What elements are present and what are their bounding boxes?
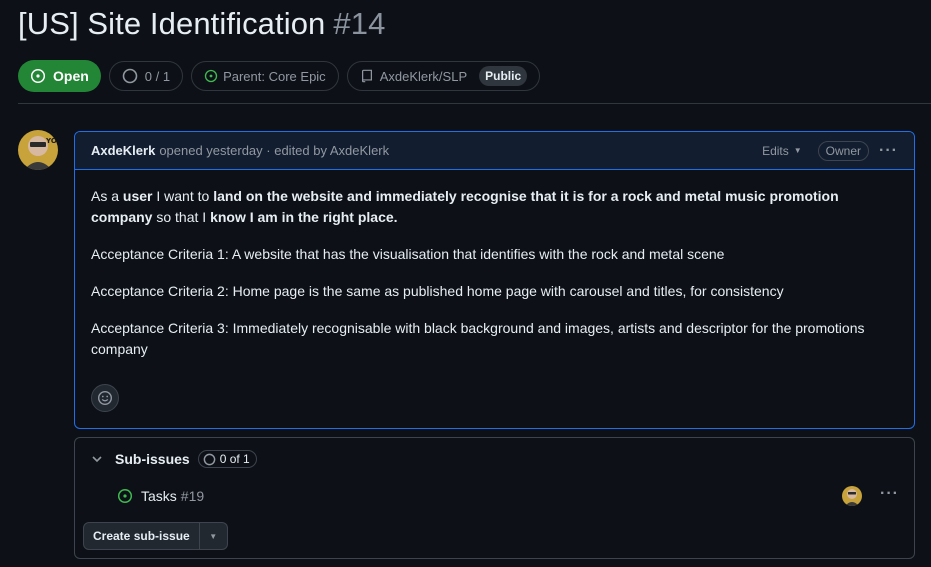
story-text: I want to [152, 188, 214, 204]
chevron-down-icon[interactable]: ▼ [199, 522, 228, 550]
story-bold: know I am in the right place. [210, 209, 398, 225]
comment-author[interactable]: AxdeKlerk [91, 143, 155, 158]
story-text: As a [91, 188, 123, 204]
issue-number: #14 [333, 6, 386, 41]
comment-body: As a user I want to land on the website … [75, 170, 914, 360]
sub-issues-count: 0 of 1 [219, 452, 250, 466]
state-open-badge: Open [18, 60, 101, 92]
sub-issue-title[interactable]: Tasks [141, 488, 177, 504]
issue-description-comment: AxdeKlerk opened yesterday · edited by A… [74, 131, 915, 429]
repo-icon [360, 69, 374, 83]
chevron-down-icon: ▼ [793, 146, 802, 155]
subissue-progress-pill[interactable]: 0 / 1 [108, 61, 184, 91]
sub-issues-count-badge: 0 of 1 [197, 450, 257, 468]
comment-header: AxdeKlerk opened yesterday · edited by A… [75, 132, 914, 170]
avatar[interactable]: YO [18, 130, 58, 170]
acceptance-criteria-1: Acceptance Criteria 1: A website that ha… [91, 246, 725, 262]
visibility-badge: Public [479, 66, 528, 86]
chevron-down-icon[interactable] [91, 453, 103, 465]
sub-issues-title: Sub-issues [115, 451, 190, 467]
comment-meta: opened yesterday · edited by AxdeKlerk [159, 143, 390, 158]
story-text: so that I [152, 209, 211, 225]
list-item[interactable]: Tasks #19 [117, 488, 204, 504]
sub-issue-number: #19 [180, 488, 205, 504]
create-sub-issue-group: Create sub-issue ▼ [83, 522, 228, 550]
comment-header-actions: Edits ▼ Owner ··· [762, 140, 898, 161]
parent-issue-link[interactable]: Parent: Core Epic [191, 61, 339, 91]
acceptance-criteria-3: Acceptance Criteria 3: Immediately recog… [91, 320, 865, 357]
add-reaction-button[interactable] [91, 384, 119, 412]
repo-link[interactable]: AxdeKlerk/SLP Public [346, 61, 541, 91]
repo-name: AxdeKlerk/SLP [379, 68, 468, 84]
sub-issues-panel: Sub-issues 0 of 1 Tasks #19 ··· Create s… [74, 437, 915, 559]
edits-label: Edits [762, 143, 789, 158]
edits-dropdown[interactable]: Edits ▼ [762, 144, 802, 158]
acceptance-criteria-2: Acceptance Criteria 2: Home page is the … [91, 283, 784, 299]
progress-circle-icon [203, 453, 216, 465]
owner-badge: Owner [817, 140, 870, 161]
user-story-paragraph: As a user I want to land on the website … [91, 186, 898, 228]
state-label: Open [53, 68, 89, 84]
avatar[interactable] [842, 486, 862, 506]
smiley-icon [97, 390, 113, 406]
story-bold: user [122, 188, 153, 204]
parent-issue-label: Parent: Core Epic [223, 68, 326, 84]
header-divider [18, 103, 931, 104]
issue-title-text: [US] Site Identification [18, 6, 326, 41]
svg-text:YO: YO [45, 137, 57, 145]
progress-circle-icon [122, 68, 138, 84]
subissue-progress-text: 0 / 1 [144, 68, 171, 84]
issue-title: [US] Site Identification #14 [18, 6, 385, 42]
create-sub-issue-button[interactable]: Create sub-issue [83, 522, 200, 550]
kebab-icon[interactable]: ··· [880, 485, 899, 503]
sub-issues-header[interactable]: Sub-issues 0 of 1 [91, 450, 257, 468]
issue-state-row: Open 0 / 1 Parent: Core Epic AxdeKlerk/S… [18, 60, 541, 92]
kebab-icon[interactable]: ··· [879, 142, 898, 160]
issue-open-icon [30, 68, 46, 84]
issue-open-icon [204, 69, 218, 83]
issue-open-icon [117, 488, 133, 504]
